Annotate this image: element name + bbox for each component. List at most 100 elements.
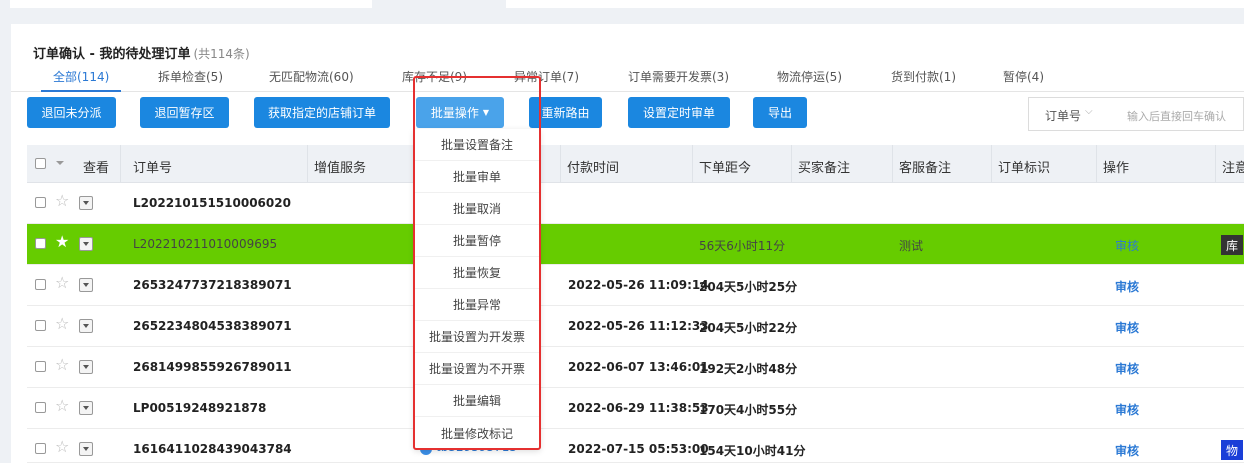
pay-time: 2022-05-26 11:09:14 (568, 278, 709, 292)
get-shop-orders-button[interactable]: 获取指定的店铺订单 (254, 97, 390, 128)
tab-abnormal[interactable]: 异常订单(7) (514, 68, 579, 85)
search-field-select[interactable]: 订单号 (1045, 107, 1081, 124)
row-checkbox[interactable] (35, 238, 46, 249)
table-row[interactable]: ☆ 2681499855926789011 2022-06-07 13:46:0… (27, 347, 1244, 388)
star-icon[interactable]: ☆ (55, 397, 69, 415)
order-no[interactable]: L202210151510006020 (133, 196, 291, 210)
col-order-flag[interactable]: 订单标识 (998, 157, 1050, 176)
row-checkbox[interactable] (35, 279, 46, 290)
since-order: 204天5小时22分 (699, 321, 798, 335)
tab-invoice[interactable]: 订单需要开发票(3) (628, 68, 729, 85)
row-checkbox[interactable] (35, 443, 46, 454)
expand-icon[interactable] (79, 401, 93, 415)
menu-item-batch-note[interactable]: 批量设置备注 (414, 129, 540, 161)
pay-time: 2022-06-07 13:46:01 (568, 360, 709, 374)
export-button[interactable]: 导出 (753, 97, 807, 128)
since-order: 56天6小时11分 (699, 239, 786, 253)
chevron-down-icon[interactable]: ⌵ (1085, 106, 1093, 117)
menu-item-batch-no-invoice[interactable]: 批量设置为不开票 (414, 353, 540, 385)
menu-item-batch-edit[interactable]: 批量编辑 (414, 385, 540, 417)
table-row[interactable]: ☆ 2653247737218389071 2022-05-26 11:09:1… (27, 265, 1244, 306)
col-value-added[interactable]: 增值服务 (314, 157, 366, 176)
star-icon[interactable]: ★ (55, 233, 69, 251)
review-link[interactable]: 审核 (1115, 319, 1139, 336)
table-row[interactable]: ★ L202210211010009695 56天6小时11分 测试 审核 库 (27, 224, 1244, 265)
col-divider (892, 145, 893, 183)
review-link[interactable]: 审核 (1115, 401, 1139, 418)
expand-icon[interactable] (79, 278, 93, 292)
menu-item-batch-cancel[interactable]: 批量取消 (414, 193, 540, 225)
search-input[interactable]: 输入后直接回车确认 (1127, 108, 1226, 124)
order-no[interactable]: 2681499855926789011 (133, 360, 292, 374)
order-no[interactable]: 1616411028439043784 (133, 442, 292, 456)
expand-icon[interactable] (79, 196, 93, 210)
tab-logistics-stopped[interactable]: 物流停运(5) (777, 68, 842, 85)
expand-icon[interactable] (79, 237, 93, 251)
col-divider (120, 145, 121, 183)
menu-item-batch-abnormal[interactable]: 批量异常 (414, 289, 540, 321)
expand-icon[interactable] (79, 319, 93, 333)
order-no[interactable]: LP00519248921878 (133, 401, 266, 415)
batch-ops-button[interactable]: 批量操作 ▼ (416, 97, 504, 128)
review-link[interactable]: 审核 (1115, 360, 1139, 377)
col-divider (1215, 145, 1216, 183)
row-checkbox[interactable] (35, 197, 46, 208)
since-order: 192天2小时48分 (699, 362, 798, 376)
tab-all[interactable]: 全部(114) (40, 68, 122, 92)
col-order-no[interactable]: 订单号 (133, 157, 172, 176)
top-tab-slot (506, 0, 1244, 8)
row-checkbox[interactable] (35, 361, 46, 372)
col-action: 操作 (1103, 161, 1130, 176)
col-pay-time[interactable]: 付款时间 (567, 157, 619, 176)
row-checkbox[interactable] (35, 402, 46, 413)
col-divider (692, 145, 693, 183)
menu-item-batch-review[interactable]: 批量审单 (414, 161, 540, 193)
back-to-staging-button[interactable]: 退回暂存区 (140, 97, 229, 128)
col-cs-note[interactable]: 客服备注 (899, 157, 951, 176)
batch-ops-menu: 批量设置备注 批量审单 批量取消 批量暂停 批量恢复 批量异常 批量设置为开发票… (414, 129, 540, 449)
col-since-order[interactable]: 下单距今 (699, 157, 751, 176)
tab-no-logistics[interactable]: 无匹配物流(60) (269, 68, 354, 85)
star-icon[interactable]: ☆ (55, 438, 69, 456)
pay-time: 2022-07-15 05:53:00 (568, 442, 709, 456)
expand-icon[interactable] (79, 360, 93, 374)
table-row[interactable]: ☆ L202210151510006020 (27, 183, 1244, 224)
tab-out-of-stock[interactable]: 库存不足(9) (402, 68, 467, 85)
order-count: (共114条) (193, 47, 250, 61)
menu-item-batch-resume[interactable]: 批量恢复 (414, 257, 540, 289)
since-order: 170天4小时55分 (699, 403, 798, 417)
order-no[interactable]: L202210211010009695 (133, 237, 277, 251)
order-no[interactable]: 2653247737218389071 (133, 278, 292, 292)
star-icon[interactable]: ☆ (55, 315, 69, 333)
search-box: 订单号 ⌵ 输入后直接回车确认 (1028, 97, 1244, 131)
order-no[interactable]: 2652234804538389071 (133, 319, 292, 333)
table-row[interactable]: ☆ 1616411028439043784 2022-07-15 05:53:0… (27, 429, 1244, 463)
select-all-checkbox[interactable] (35, 158, 46, 169)
page-title: 订单确认 - 我的待处理订单 (共114条) (33, 43, 250, 62)
col-buyer-note[interactable]: 买家备注 (798, 157, 850, 176)
menu-item-batch-mark[interactable]: 批量修改标记 (414, 417, 540, 449)
col-divider (560, 145, 561, 183)
back-to-unassigned-button[interactable]: 退回未分派 (27, 97, 116, 128)
col-divider (991, 145, 992, 183)
star-icon[interactable]: ☆ (55, 192, 69, 210)
top-strip (0, 0, 1244, 10)
table-row[interactable]: ☆ 2652234804538389071 2022-05-26 11:12:3… (27, 306, 1244, 347)
expand-icon[interactable] (79, 442, 93, 456)
tab-cod[interactable]: 货到付款(1) (891, 68, 956, 85)
row-checkbox[interactable] (35, 320, 46, 331)
schedule-review-button[interactable]: 设置定时审单 (628, 97, 730, 128)
stock-badge: 库 (1221, 235, 1243, 255)
review-link[interactable]: 审核 (1115, 442, 1139, 459)
tab-paused[interactable]: 暂停(4) (1003, 68, 1044, 85)
star-icon[interactable]: ☆ (55, 356, 69, 374)
star-icon[interactable]: ☆ (55, 274, 69, 292)
select-caret-icon[interactable] (56, 161, 64, 165)
tab-split-check[interactable]: 拆单检查(5) (158, 68, 223, 85)
reroute-button[interactable]: 重新路由 (529, 97, 602, 128)
review-link[interactable]: 审核 (1115, 278, 1139, 295)
table-row[interactable]: ☆ LP00519248921878 2022-06-29 11:38:53 1… (27, 388, 1244, 429)
menu-item-batch-pause[interactable]: 批量暂停 (414, 225, 540, 257)
review-link[interactable]: 审核 (1115, 237, 1139, 254)
menu-item-batch-invoice[interactable]: 批量设置为开发票 (414, 321, 540, 353)
